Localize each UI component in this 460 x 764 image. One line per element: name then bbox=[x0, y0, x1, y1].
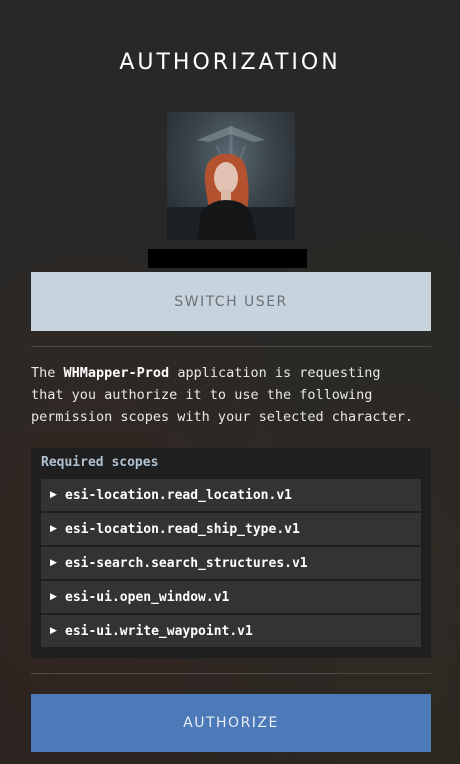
expand-arrow-icon: ▶ bbox=[50, 490, 57, 500]
scope-label: esi-location.read_ship_type.v1 bbox=[65, 521, 300, 537]
expand-arrow-icon: ▶ bbox=[50, 592, 57, 602]
page-title: AUTHORIZATION bbox=[119, 50, 341, 75]
scope-item[interactable]: ▶ esi-search.search_structures.v1 bbox=[41, 547, 421, 579]
scope-label: esi-ui.open_window.v1 bbox=[65, 589, 230, 605]
description-text: permission scopes with your selected cha… bbox=[31, 409, 414, 425]
scope-item[interactable]: ▶ esi-ui.open_window.v1 bbox=[41, 581, 421, 613]
character-name-redacted bbox=[148, 249, 307, 268]
authorization-panel: AUTHORIZATION SWITCH USER The WHMapper-P… bbox=[0, 0, 460, 764]
scope-item[interactable]: ▶ esi-location.read_location.v1 bbox=[41, 479, 421, 511]
description-text: that you authorize it to use the followi… bbox=[31, 387, 373, 403]
required-scopes-panel: Required scopes ▶ esi-location.read_loca… bbox=[31, 448, 431, 658]
scope-item[interactable]: ▶ esi-location.read_ship_type.v1 bbox=[41, 513, 421, 545]
expand-arrow-icon: ▶ bbox=[50, 558, 57, 568]
description-text: application is requesting bbox=[169, 365, 381, 381]
authorize-button[interactable]: AUTHORIZE bbox=[31, 694, 431, 752]
scope-label: esi-search.search_structures.v1 bbox=[65, 555, 308, 571]
expand-arrow-icon: ▶ bbox=[50, 626, 57, 636]
permission-description: The WHMapper-Prod application is request… bbox=[31, 362, 431, 428]
description-text: The bbox=[31, 365, 64, 381]
divider bbox=[31, 673, 431, 674]
divider bbox=[31, 346, 431, 347]
expand-arrow-icon: ▶ bbox=[50, 524, 57, 534]
switch-user-button[interactable]: SWITCH USER bbox=[31, 272, 431, 331]
character-portrait bbox=[167, 112, 295, 240]
scopes-heading: Required scopes bbox=[41, 455, 159, 470]
application-name: WHMapper-Prod bbox=[63, 365, 170, 381]
scope-label: esi-location.read_location.v1 bbox=[65, 487, 292, 503]
scope-label: esi-ui.write_waypoint.v1 bbox=[65, 623, 253, 639]
scope-item[interactable]: ▶ esi-ui.write_waypoint.v1 bbox=[41, 615, 421, 647]
